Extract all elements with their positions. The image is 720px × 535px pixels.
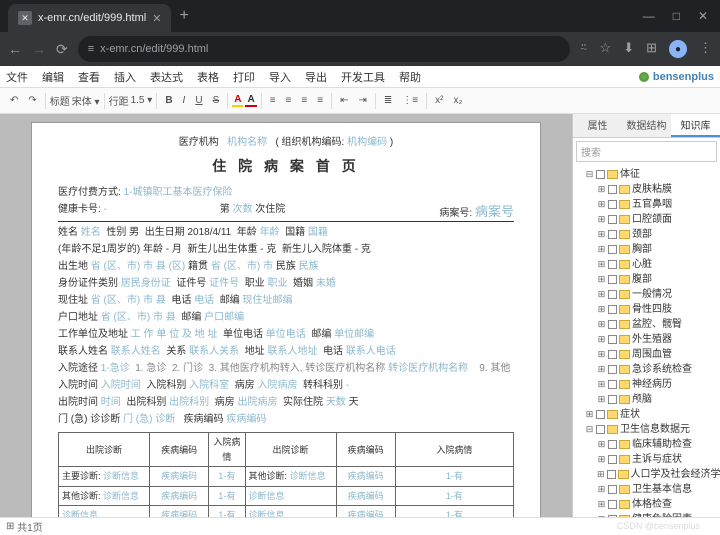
status-bar: ⊞ 共1页 xyxy=(0,517,720,535)
menu-export[interactable]: 导出 xyxy=(305,69,327,85)
menu-table[interactable]: 表格 xyxy=(197,69,219,85)
menu-help[interactable]: 帮助 xyxy=(399,69,421,85)
brand-label: bensenplus xyxy=(639,71,714,83)
menu-view[interactable]: 查看 xyxy=(78,69,100,85)
close-tab-icon[interactable]: ✕ xyxy=(152,12,161,25)
tree-item[interactable]: ⊞周围血管 xyxy=(573,347,720,362)
redo-button[interactable]: ↷ xyxy=(24,93,40,108)
window-close[interactable]: ✕ xyxy=(698,9,708,23)
underline-button[interactable]: U xyxy=(191,93,206,108)
tree-item[interactable]: ⊞人口学及社会经济学特征 xyxy=(573,467,720,482)
tree-item[interactable]: ⊟体征 xyxy=(573,167,720,182)
page-count: 共1页 xyxy=(17,519,43,534)
table-row: 其他诊断: 诊断信息 疾病编码1-有 诊断信息疾病编码1-有 xyxy=(59,486,514,505)
doc-title: 住 院 病 案 首 页 xyxy=(58,155,514,177)
tree-item[interactable]: ⊞骨性四肢 xyxy=(573,302,720,317)
document-page[interactable]: 医疗机构 机构名称 ( 组织机构编码: 机构编码 ) 住 院 病 案 首 页 医… xyxy=(31,122,541,517)
tree-item[interactable]: ⊞外生殖器 xyxy=(573,332,720,347)
tree-item[interactable]: ⊞卫生基本信息 xyxy=(573,482,720,497)
tree-item[interactable]: ⊞急诊系统检查 xyxy=(573,362,720,377)
knowledge-tree[interactable]: ⊟体征⊞皮肤粘膜⊞五官鼻咽⊞口腔颌面⊞颈部⊞胸部⊞心脏⊞腹部⊞一般情况⊞骨性四肢… xyxy=(573,165,720,517)
share-icon[interactable]: ⍨ xyxy=(580,40,588,58)
undo-button[interactable]: ↶ xyxy=(6,93,22,108)
tree-item[interactable]: ⊞腹部 xyxy=(573,272,720,287)
tree-item[interactable]: ⊞症状 xyxy=(573,407,720,422)
menu-dev[interactable]: 开发工具 xyxy=(341,69,385,85)
lineheight-label: 行距 xyxy=(109,93,129,108)
address-bar[interactable]: ≡ x-emr.cn/edit/999.html xyxy=(78,36,570,62)
tree-item[interactable]: ⊞五官鼻咽 xyxy=(573,197,720,212)
tree-item[interactable]: ⊞颈部 xyxy=(573,227,720,242)
align-left[interactable]: ≡ xyxy=(266,93,280,108)
table-row: 主要诊断: 诊断信息 疾病编码 1-有 其他诊断: 诊断信息 疾病编码 1-有 xyxy=(59,467,514,486)
tree-item[interactable]: ⊟卫生信息数据元 xyxy=(573,422,720,437)
lineheight-select[interactable]: 1.5 ▾ xyxy=(131,95,153,106)
tab-favicon: ✕ xyxy=(18,11,32,25)
reload-icon[interactable]: ⟳ xyxy=(56,41,68,58)
window-maximize[interactable]: □ xyxy=(673,9,680,23)
url-text: x-emr.cn/edit/999.html xyxy=(100,43,208,55)
brand-dot-icon xyxy=(639,72,649,82)
menu-print[interactable]: 打印 xyxy=(233,69,255,85)
tree-item[interactable]: ⊞盆腔、髋臀 xyxy=(573,317,720,332)
tab-title: x-emr.cn/edit/999.html xyxy=(38,12,146,24)
bold-button[interactable]: B xyxy=(161,93,176,108)
tree-item[interactable]: ⊞体格检查 xyxy=(573,497,720,512)
italic-button[interactable]: I xyxy=(179,93,190,108)
indent-dec[interactable]: ⇤ xyxy=(336,93,352,108)
extensions-icon[interactable]: ⊞ xyxy=(646,40,657,58)
tab-knowledge[interactable]: 知识库 xyxy=(671,114,720,137)
menu-icon[interactable]: ⋮ xyxy=(699,40,712,58)
font-select[interactable]: 宋体 ▾ xyxy=(72,93,100,108)
strike-button[interactable]: S xyxy=(209,93,224,108)
tree-item[interactable]: ⊞心脏 xyxy=(573,257,720,272)
back-icon[interactable]: ← xyxy=(8,41,22,57)
snap-icon[interactable]: ⊞ xyxy=(6,521,14,532)
tree-item[interactable]: ⊞一般情况 xyxy=(573,287,720,302)
sub-button[interactable]: x₂ xyxy=(449,93,466,108)
tree-item[interactable]: ⊞皮肤粘膜 xyxy=(573,182,720,197)
toolbar: ↶ ↷ 标题 宋体 ▾ 行距 1.5 ▾ B I U S A A ≡ ≡ ≡ ≡… xyxy=(0,88,720,114)
window-minimize[interactable]: — xyxy=(643,9,655,23)
textcolor-button[interactable]: A xyxy=(232,94,243,107)
forward-icon[interactable]: → xyxy=(32,41,46,57)
new-tab-button[interactable]: + xyxy=(179,7,188,25)
list-ol[interactable]: ≣ xyxy=(380,93,396,108)
app-menubar: 文件 编辑 查看 插入 表达式 表格 打印 导入 导出 开发工具 帮助 bens… xyxy=(0,66,720,88)
diagnosis-table[interactable]: 出院诊断 疾病编码 入院病情 出院诊断 疾病编码 入院病情 主要诊断: 诊断信息… xyxy=(58,432,514,517)
align-right[interactable]: ≡ xyxy=(297,93,311,108)
tree-item[interactable]: ⊞口腔颌面 xyxy=(573,212,720,227)
side-panel: 属性 数据结构 知识库 搜索 ⊟体征⊞皮肤粘膜⊞五官鼻咽⊞口腔颌面⊞颈部⊞胸部⊞… xyxy=(572,114,720,517)
tree-item[interactable]: ⊞颅脑 xyxy=(573,392,720,407)
sup-button[interactable]: x² xyxy=(431,93,447,108)
tree-item[interactable]: ⊞临床辅助检查 xyxy=(573,437,720,452)
tab-properties[interactable]: 属性 xyxy=(573,114,622,137)
tree-item[interactable]: ⊞神经病历 xyxy=(573,377,720,392)
highlight-button[interactable]: A xyxy=(245,94,256,107)
table-row: 诊断信息疾病编码1-有诊断信息疾病编码1-有 xyxy=(59,505,514,517)
profile-avatar[interactable]: ● xyxy=(669,40,687,58)
watermark: CSDN @bensenplus xyxy=(617,521,700,531)
style-label: 标题 xyxy=(50,93,70,108)
tree-item[interactable]: ⊞主诉与症状 xyxy=(573,452,720,467)
menu-file[interactable]: 文件 xyxy=(6,69,28,85)
tab-structure[interactable]: 数据结构 xyxy=(622,114,671,137)
list-ul[interactable]: ⋮≡ xyxy=(398,93,422,108)
bookmark-icon[interactable]: ☆ xyxy=(600,40,612,58)
menu-expr[interactable]: 表达式 xyxy=(150,69,183,85)
indent-inc[interactable]: ⇥ xyxy=(354,93,370,108)
site-info-icon[interactable]: ≡ xyxy=(88,43,94,55)
align-justify[interactable]: ≡ xyxy=(313,93,327,108)
editor-canvas[interactable]: 医疗机构 机构名称 ( 组织机构编码: 机构编码 ) 住 院 病 案 首 页 医… xyxy=(0,114,572,517)
menu-insert[interactable]: 插入 xyxy=(114,69,136,85)
knowledge-search[interactable]: 搜索 xyxy=(576,141,717,162)
align-center[interactable]: ≡ xyxy=(282,93,296,108)
tree-item[interactable]: ⊞胸部 xyxy=(573,242,720,257)
download-icon[interactable]: ⬇ xyxy=(623,40,634,58)
browser-tab[interactable]: ✕ x-emr.cn/edit/999.html ✕ xyxy=(8,4,171,32)
menu-edit[interactable]: 编辑 xyxy=(42,69,64,85)
menu-import[interactable]: 导入 xyxy=(269,69,291,85)
